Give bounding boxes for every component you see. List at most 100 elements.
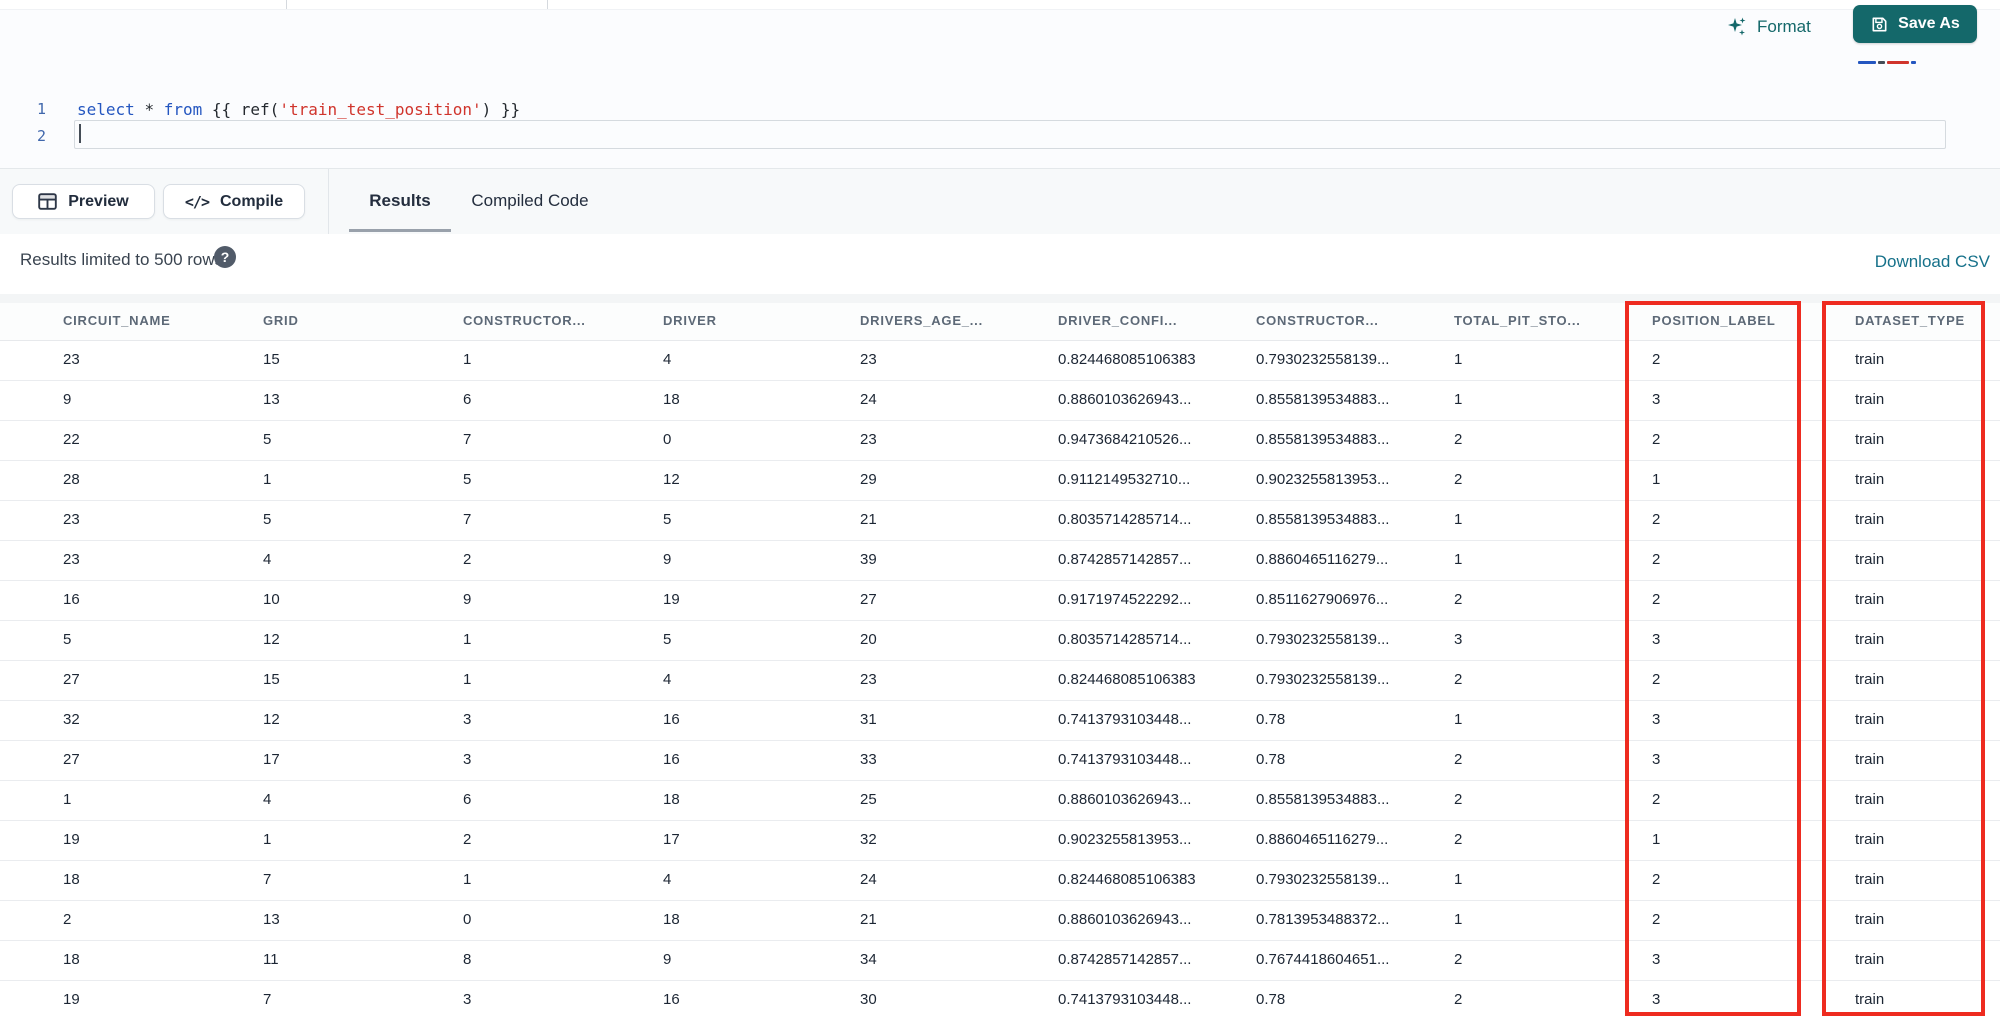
table-cell: 2 bbox=[1652, 351, 1661, 368]
table-cell: 16 bbox=[63, 591, 80, 608]
table-cell: 0.8035714285714... bbox=[1058, 631, 1192, 648]
table-cell: 19 bbox=[63, 831, 80, 848]
table-cell: 0 bbox=[663, 431, 672, 448]
table-cell: 0.7674418604651... bbox=[1256, 951, 1390, 968]
table-cell: 0.8035714285714... bbox=[1058, 511, 1192, 528]
table-cell: 0.8860103626943... bbox=[1058, 791, 1192, 808]
table-cell: train bbox=[1855, 711, 1885, 728]
download-csv-link[interactable]: Download CSV bbox=[1875, 252, 1990, 272]
table-cell: 30 bbox=[860, 991, 877, 1008]
table-cell: train bbox=[1855, 951, 1885, 968]
table-icon bbox=[38, 193, 58, 210]
save-as-label: Save As bbox=[1898, 15, 1960, 32]
table-cell: 13 bbox=[263, 391, 280, 408]
active-line-highlight[interactable] bbox=[74, 120, 1946, 149]
table-row: 19 7 3 16 30 0.7413793103448... 0.78 2 3 train bbox=[0, 981, 2000, 1020]
table-cell: 0.8860465116279... bbox=[1256, 551, 1389, 568]
compile-button[interactable]: </> Compile bbox=[163, 184, 305, 219]
code-icon: </> bbox=[184, 192, 210, 211]
table-cell: 5 bbox=[263, 431, 272, 448]
table-cell: 0.8860103626943... bbox=[1058, 391, 1192, 408]
table-cell: 18 bbox=[663, 391, 680, 408]
table-cell: 0 bbox=[463, 911, 472, 928]
table-cell: train bbox=[1855, 551, 1885, 568]
table-row: 23 4 2 9 39 0.8742857142857... 0.8860465116279… bbox=[0, 541, 2000, 581]
code-token-plain: {{ ref( bbox=[202, 100, 280, 119]
code-token-string: 'train_test_position' bbox=[279, 100, 482, 119]
table-cell: 2 bbox=[463, 831, 472, 848]
table-cell: 23 bbox=[63, 351, 80, 368]
dbt-ide-screen: 1 2 select * from {{ ref('train_test_pos… bbox=[0, 0, 2000, 1020]
table-cell: 1 bbox=[463, 351, 472, 368]
table-cell: train bbox=[1855, 991, 1885, 1008]
table-cell: train bbox=[1855, 871, 1885, 888]
table-cell: 11 bbox=[263, 951, 279, 968]
format-button[interactable]: Format bbox=[1726, 12, 1811, 42]
preview-label: Preview bbox=[68, 192, 129, 210]
table-cell: 32 bbox=[63, 711, 80, 728]
table-cell: 0.9171974522292... bbox=[1058, 591, 1192, 608]
table-cell: 5 bbox=[63, 631, 72, 648]
help-icon[interactable]: ? bbox=[214, 246, 236, 268]
table-cell: 2 bbox=[1652, 671, 1661, 688]
table-cell: 1 bbox=[1454, 391, 1463, 408]
code-token-plain: ) }} bbox=[481, 100, 521, 119]
table-cell: 27 bbox=[63, 751, 80, 768]
table-cell: 2 bbox=[463, 551, 472, 568]
compile-label: Compile bbox=[219, 192, 284, 210]
table-cell: 3 bbox=[1652, 951, 1661, 968]
table-cell: 4 bbox=[263, 791, 272, 808]
table-cell: train bbox=[1855, 431, 1885, 448]
table-cell: train bbox=[1855, 911, 1885, 928]
line-number: 2 bbox=[36, 127, 46, 145]
table-cell: 0.8511627906976... bbox=[1256, 591, 1389, 608]
table-cell: 27 bbox=[63, 671, 80, 688]
preview-button[interactable]: Preview bbox=[12, 184, 155, 219]
sql-editor[interactable]: 1 2 select * from {{ ref('train_test_pos… bbox=[0, 10, 2000, 168]
table-cell: 1 bbox=[63, 791, 72, 808]
tab-separator bbox=[286, 0, 287, 9]
row-limit-notice: Results limited to 500 rows. bbox=[20, 250, 228, 269]
save-as-button[interactable]: Save As bbox=[1853, 5, 1977, 43]
code-token-plain: * bbox=[144, 100, 155, 119]
table-cell: 5 bbox=[663, 631, 672, 648]
table-cell: 0.8558139534883... bbox=[1256, 431, 1390, 448]
tab-results[interactable]: Results bbox=[349, 169, 451, 232]
code-token-keyword: from bbox=[163, 100, 203, 119]
results-table: CIRCUIT_NAME GRID CONSTRUCTOR... DRIVER DRIV… bbox=[0, 303, 2000, 1020]
table-cell: 0.9473684210526... bbox=[1058, 431, 1192, 448]
minimap-mark bbox=[1887, 61, 1909, 64]
table-cell: 23 bbox=[860, 431, 877, 448]
table-cell: 3 bbox=[1652, 711, 1661, 728]
table-cell: 0.8558139534883... bbox=[1256, 511, 1390, 528]
table-cell: 1 bbox=[463, 631, 472, 648]
tab-compiled-code[interactable]: Compiled Code bbox=[440, 169, 620, 232]
table-cell: 18 bbox=[63, 871, 80, 888]
column-header-circuit_name: CIRCUIT_NAME bbox=[63, 313, 171, 328]
table-cell: 27 bbox=[860, 591, 877, 608]
table-cell: 25 bbox=[860, 791, 877, 808]
table-row: 5 12 1 5 20 0.8035714285714... 0.7930232558139… bbox=[0, 621, 2000, 661]
table-cell: 0.9112149532710... bbox=[1058, 471, 1191, 488]
table-cell: 22 bbox=[63, 431, 80, 448]
minimap-mark bbox=[1878, 61, 1885, 64]
column-header-position_label: POSITION_LABEL bbox=[1652, 313, 1776, 328]
table-cell: 39 bbox=[860, 551, 877, 568]
table-top-band bbox=[0, 294, 2000, 303]
table-cell: 1 bbox=[463, 871, 472, 888]
table-cell: 4 bbox=[663, 351, 672, 368]
table-cell: 1 bbox=[1454, 711, 1463, 728]
table-row: 2 13 0 18 21 0.8860103626943... 0.781395348837… bbox=[0, 901, 2000, 941]
table-cell: 28 bbox=[63, 471, 80, 488]
table-cell: 7 bbox=[263, 991, 272, 1008]
table-cell: 23 bbox=[63, 551, 80, 568]
table-row: 9 13 6 18 24 0.8860103626943... 0.855813953488… bbox=[0, 381, 2000, 421]
table-cell: train bbox=[1855, 631, 1885, 648]
table-cell: 0.8742857142857... bbox=[1058, 551, 1192, 568]
table-cell: 2 bbox=[1454, 751, 1463, 768]
table-cell: train bbox=[1855, 591, 1885, 608]
table-cell: 3 bbox=[1652, 391, 1661, 408]
table-cell: 33 bbox=[860, 751, 877, 768]
code-line-1[interactable]: select * from {{ ref('train_test_positio… bbox=[77, 100, 520, 119]
